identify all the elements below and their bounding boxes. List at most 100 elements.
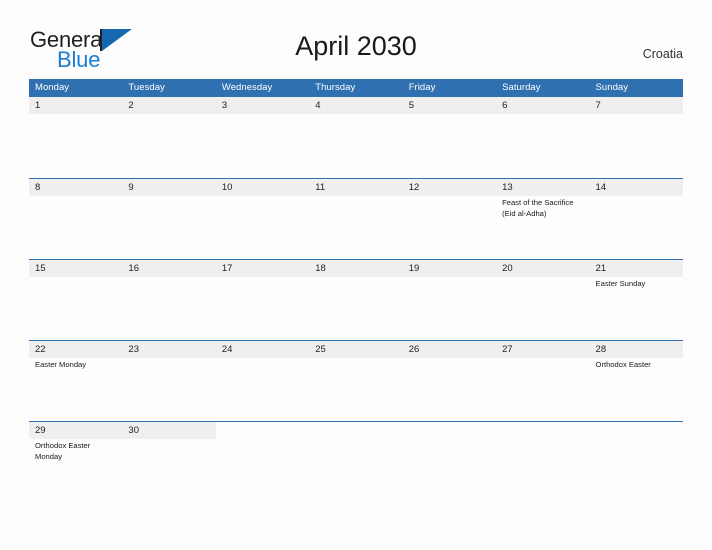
calendar-day-cell[interactable]: 11	[309, 179, 403, 259]
day-number: 29	[35, 425, 46, 436]
calendar-weeks: 1 2 3 4 5 6 7 8 9 10 11 12 13 Feast of the Sacrifice …	[29, 97, 683, 502]
day-number: 16	[128, 263, 139, 274]
calendar-day-cell[interactable]: 25	[309, 341, 403, 421]
calendar-day-cell[interactable]: 5	[402, 97, 497, 178]
calendar-day-cell[interactable]: 9	[122, 179, 216, 259]
day-number-band	[403, 422, 496, 439]
weekday-header-monday: Monday	[35, 82, 70, 93]
day-events: Orthodox Easter	[596, 360, 678, 371]
day-number-band	[309, 422, 402, 439]
day-number: 13	[502, 182, 513, 193]
day-number: 14	[595, 182, 607, 193]
calendar-day-cell[interactable]: 29 Orthodox Easter Monday	[29, 422, 123, 502]
day-events: Feast of the Sacrifice (Eid al-Adha)	[502, 198, 584, 219]
weekday-header-saturday: Saturday	[502, 82, 541, 93]
calendar-week-row: 22 Easter Monday 23 24 25 26 27 28 Orthodox East…	[29, 340, 683, 421]
day-number: 20	[502, 263, 513, 274]
day-number: 28	[595, 344, 607, 355]
weekday-header-row: Monday Tuesday Wednesday Thursday Friday Satu…	[29, 79, 683, 97]
calendar-day-cell[interactable]: 7	[589, 97, 683, 178]
calendar-day-cell[interactable]: 16	[122, 260, 216, 340]
calendar-day-cell[interactable]: 24	[215, 341, 310, 421]
day-number: 18	[315, 263, 326, 274]
calendar-day-cell[interactable]: 14	[589, 179, 683, 259]
day-number-band	[29, 179, 123, 196]
calendar-day-cell[interactable]: 8	[29, 179, 123, 259]
day-number: 11	[315, 182, 326, 193]
calendar-day-cell[interactable]: 20	[496, 260, 590, 340]
calendar-day-cell[interactable]: 1	[29, 97, 123, 178]
day-number-band	[496, 97, 590, 114]
calendar-day-cell-empty	[216, 422, 309, 502]
day-number-band	[402, 97, 497, 114]
weekday-header-wednesday: Wednesday	[221, 82, 273, 93]
day-number-band	[29, 97, 123, 114]
day-number: 2	[128, 100, 134, 111]
calendar-day-cell[interactable]: 13 Feast of the Sacrifice (Eid al-Adha)	[496, 179, 590, 259]
holiday-event-label: Easter Monday	[35, 360, 87, 369]
calendar-day-cell[interactable]: 28 Orthodox Easter	[589, 341, 683, 421]
calendar-day-cell[interactable]: 12	[402, 179, 497, 259]
calendar-day-cell[interactable]: 2	[122, 97, 216, 178]
calendar-week-row: 15 16 17 18 19 20 21 Easter Sunday	[29, 259, 683, 340]
calendar-day-cell-empty	[496, 422, 589, 502]
day-number: 17	[221, 263, 233, 274]
calendar-day-cell[interactable]: 4	[309, 97, 403, 178]
day-number-band	[216, 422, 309, 439]
day-number: 30	[128, 425, 139, 436]
calendar-day-cell[interactable]: 30	[122, 422, 216, 502]
calendar-day-cell[interactable]: 18	[309, 260, 403, 340]
day-number: 10	[221, 182, 233, 193]
calendar-week-row: 8 9 10 11 12 13 Feast of the Sacrifice (Eid al…	[29, 178, 683, 259]
calendar-grid: Monday Tuesday Wednesday Thursday Friday Satu…	[29, 79, 683, 502]
calendar-day-cell[interactable]: 3	[215, 97, 310, 178]
holiday-event-label: Orthodox Easter Monday	[35, 441, 91, 461]
calendar-page: General Blue April 2030 Croatia Monday Tu…	[0, 0, 712, 550]
country-label: Croatia	[642, 47, 683, 61]
page-header: General Blue April 2030 Croatia	[0, 0, 712, 78]
weekday-header-tuesday: Tuesday	[128, 82, 165, 93]
holiday-event-label: Feast of the Sacrifice (Eid al-Adha)	[502, 198, 574, 218]
calendar-day-cell[interactable]: 23	[122, 341, 216, 421]
calendar-day-cell[interactable]: 27	[496, 341, 590, 421]
calendar-day-cell[interactable]: 21 Easter Sunday	[589, 260, 683, 340]
day-number: 15	[35, 263, 46, 274]
day-number: 26	[408, 344, 420, 355]
day-number-band	[215, 97, 310, 114]
day-number: 23	[128, 344, 139, 355]
weekday-header-thursday: Thursday	[315, 82, 356, 93]
calendar-day-cell-empty	[590, 422, 683, 502]
day-number: 1	[35, 100, 41, 111]
holiday-event-label: Orthodox Easter	[595, 360, 651, 369]
calendar-day-cell[interactable]: 19	[402, 260, 497, 340]
calendar-week-row: 29 Orthodox Easter Monday 30	[29, 421, 683, 502]
calendar-day-cell[interactable]: 26	[402, 341, 497, 421]
calendar-week-row: 1 2 3 4 5 6 7	[29, 97, 683, 178]
day-number-band	[122, 179, 216, 196]
day-number-band	[590, 422, 683, 439]
day-number: 25	[315, 344, 326, 355]
day-number-band	[589, 97, 683, 114]
day-events: Easter Sunday	[596, 279, 678, 290]
calendar-day-cell[interactable]: 22 Easter Monday	[29, 341, 123, 421]
calendar-day-cell[interactable]: 6	[496, 97, 590, 178]
day-number: 9	[128, 182, 134, 193]
calendar-day-cell[interactable]: 10	[215, 179, 310, 259]
holiday-event-label: Easter Sunday	[595, 279, 646, 288]
day-number: 19	[408, 263, 420, 274]
day-number-band	[309, 97, 403, 114]
calendar-day-cell-empty	[309, 422, 402, 502]
page-title: April 2030	[295, 31, 417, 61]
day-number: 21	[595, 263, 607, 274]
day-number-band	[122, 97, 216, 114]
day-number: 6	[502, 100, 508, 111]
day-events: Easter Monday	[35, 360, 117, 371]
day-number: 5	[408, 100, 414, 111]
calendar-day-cell[interactable]: 17	[215, 260, 310, 340]
day-number: 3	[221, 100, 228, 111]
day-events: Orthodox Easter Monday	[35, 441, 117, 462]
day-number: 24	[221, 344, 233, 355]
calendar-day-cell[interactable]: 15	[29, 260, 123, 340]
calendar-day-cell-empty	[403, 422, 496, 502]
day-number: 7	[595, 100, 601, 111]
